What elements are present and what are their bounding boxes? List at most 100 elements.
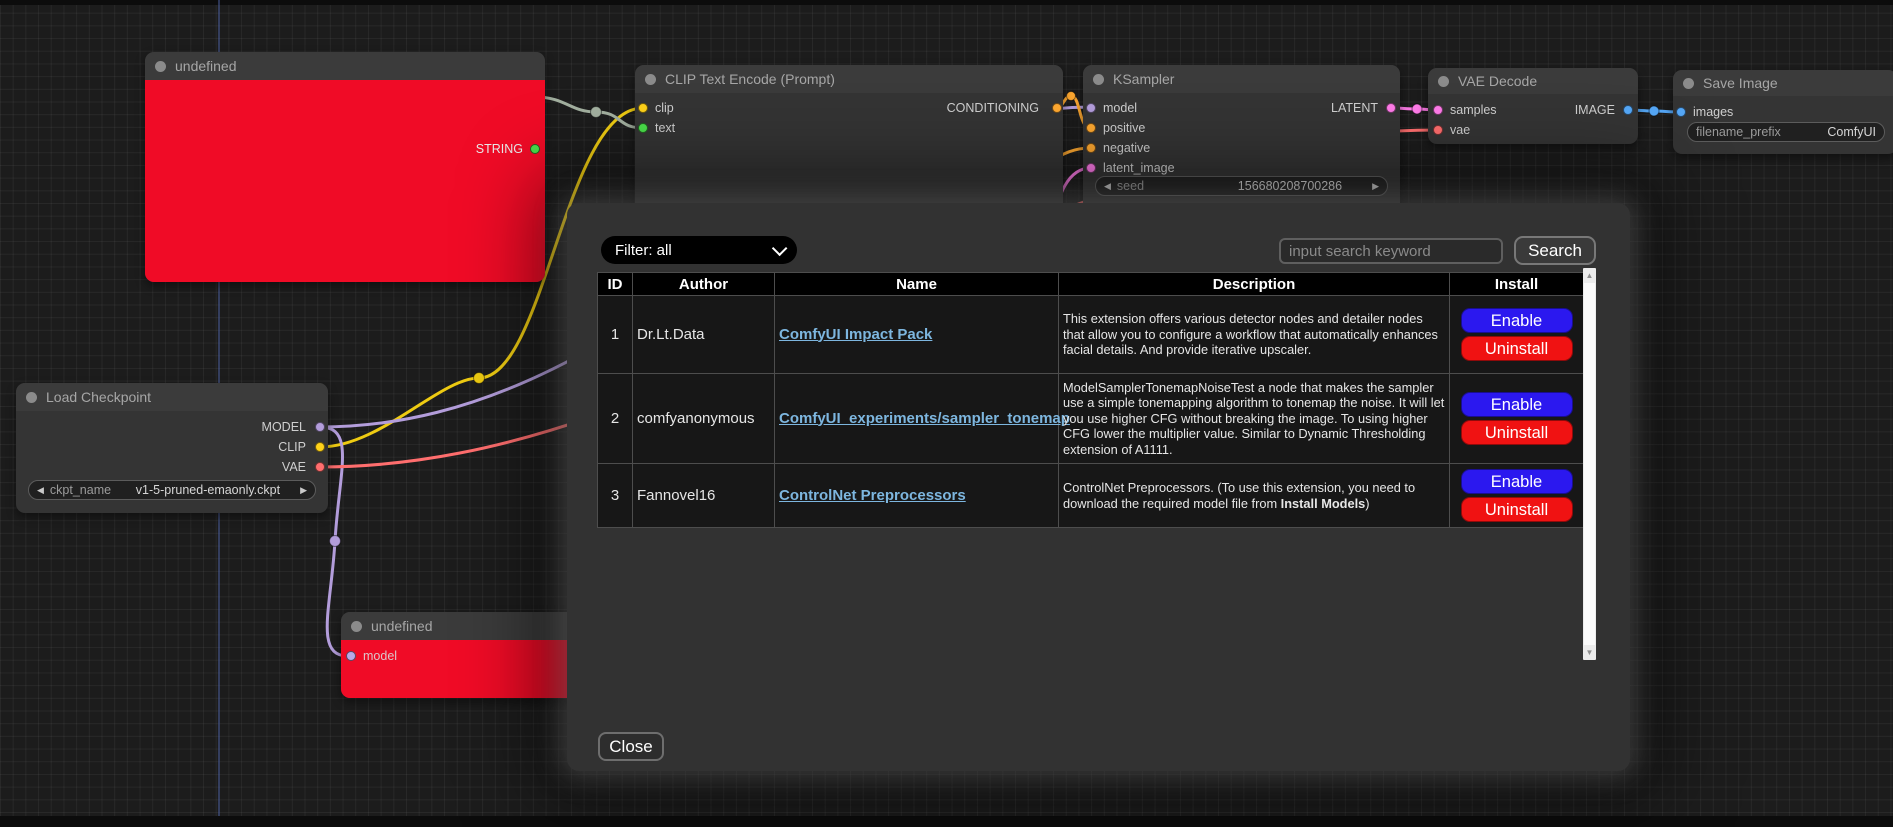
cell-id: 1: [598, 296, 633, 374]
node-title: VAE Decode: [1458, 73, 1537, 89]
node-title: Load Checkpoint: [46, 389, 151, 405]
enable-button[interactable]: Enable: [1461, 392, 1573, 417]
reroute-dot-conditioning[interactable]: [1067, 92, 1076, 101]
cell-description: This extension offers various detector n…: [1059, 296, 1450, 374]
cell-id: 3: [598, 464, 633, 528]
port-string-output[interactable]: [530, 144, 540, 154]
scroll-down-arrow-icon[interactable]: ▼: [1583, 646, 1596, 659]
node-error-body: [145, 80, 545, 282]
node-save-image[interactable]: Save Image images filename_prefix ComfyU…: [1673, 70, 1893, 154]
widget-label: filename_prefix: [1696, 125, 1781, 139]
table-row: 3 Fannovel16 ControlNet Preprocessors Co…: [598, 464, 1584, 528]
enable-button[interactable]: Enable: [1461, 469, 1573, 494]
reroute-dot-string[interactable]: [591, 107, 602, 118]
scrollbar-thumb[interactable]: [1584, 283, 1595, 645]
collapse-dot-icon[interactable]: [1438, 76, 1449, 87]
table-scrollbar[interactable]: ▲ ▼: [1583, 268, 1596, 660]
output-label-latent: LATENT: [1331, 100, 1378, 116]
node-header[interactable]: Load Checkpoint: [16, 383, 328, 411]
port-model-input[interactable]: [346, 651, 356, 661]
port-positive-input[interactable]: [1086, 123, 1096, 133]
search-input[interactable]: [1279, 238, 1503, 264]
node-title: KSampler: [1113, 71, 1174, 87]
reroute-dot-image[interactable]: [1649, 106, 1659, 116]
collapse-dot-icon[interactable]: [1683, 78, 1694, 89]
cell-id: 2: [598, 374, 633, 464]
node-title: CLIP Text Encode (Prompt): [665, 71, 835, 87]
input-label-positive: positive: [1103, 120, 1145, 136]
table-header-row: ID Author Name Description Install: [598, 273, 1584, 296]
node-header[interactable]: undefined: [145, 52, 545, 80]
port-text-input[interactable]: [638, 123, 648, 133]
decrement-arrow-icon[interactable]: ◀: [1104, 176, 1111, 196]
reroute-dot-clip[interactable]: [474, 373, 485, 384]
port-latent-image-input[interactable]: [1086, 163, 1096, 173]
collapse-dot-icon[interactable]: [351, 621, 362, 632]
filename-prefix-widget[interactable]: filename_prefix ComfyUI: [1687, 122, 1885, 142]
input-label-images: images: [1693, 104, 1733, 120]
extension-link[interactable]: ComfyUI Impact Pack: [779, 326, 932, 343]
increment-arrow-icon[interactable]: ▶: [1372, 176, 1379, 196]
header-name: Name: [775, 273, 1059, 296]
extension-link[interactable]: ControlNet Preprocessors: [779, 487, 966, 504]
extension-link[interactable]: ComfyUI_experiments/sampler_tonemap: [779, 410, 1070, 427]
cell-install: Enable Uninstall: [1450, 464, 1584, 528]
cell-author: comfyanonymous: [633, 374, 775, 464]
collapse-dot-icon[interactable]: [1093, 74, 1104, 85]
port-clip-input[interactable]: [638, 103, 648, 113]
port-model-input[interactable]: [1086, 103, 1096, 113]
node-header[interactable]: KSampler: [1083, 65, 1400, 93]
port-negative-input[interactable]: [1086, 143, 1096, 153]
cell-install: Enable Uninstall: [1450, 296, 1584, 374]
node-header[interactable]: Save Image: [1673, 70, 1893, 96]
input-label-clip: clip: [655, 100, 674, 116]
port-vae-output[interactable]: [315, 462, 325, 472]
port-images-input[interactable]: [1676, 107, 1686, 117]
extensions-table-container: ID Author Name Description Install 1 Dr.…: [597, 272, 1596, 662]
output-label-vae: VAE: [282, 459, 306, 475]
reroute-dot-latent[interactable]: [1412, 104, 1422, 114]
widget-value: 156680208700286: [1238, 179, 1342, 193]
cell-author: Dr.Lt.Data: [633, 296, 775, 374]
port-samples-input[interactable]: [1433, 105, 1443, 115]
output-label-image: IMAGE: [1575, 102, 1615, 118]
widget-label: seed: [1117, 179, 1144, 193]
input-label-model: model: [363, 648, 397, 664]
node-undefined-top[interactable]: undefined STRING: [145, 52, 545, 282]
node-vae-decode[interactable]: VAE Decode samples vae IMAGE: [1428, 68, 1638, 144]
increment-arrow-icon[interactable]: ▶: [300, 480, 307, 500]
node-header[interactable]: undefined: [341, 612, 603, 640]
collapse-dot-icon[interactable]: [155, 61, 166, 72]
decrement-arrow-icon[interactable]: ◀: [37, 480, 44, 500]
scroll-up-arrow-icon[interactable]: ▲: [1583, 269, 1596, 282]
close-button[interactable]: Close: [598, 732, 664, 761]
filter-select[interactable]: Filter: all: [601, 236, 797, 264]
enable-button[interactable]: Enable: [1461, 308, 1573, 333]
node-header[interactable]: CLIP Text Encode (Prompt): [635, 65, 1063, 93]
uninstall-button[interactable]: Uninstall: [1461, 336, 1573, 361]
node-load-checkpoint[interactable]: Load Checkpoint MODEL CLIP VAE ◀ ckpt_na…: [16, 383, 328, 513]
ckpt-name-widget[interactable]: ◀ ckpt_name v1-5-pruned-emaonly.ckpt ▶: [28, 480, 316, 500]
header-install: Install: [1450, 273, 1584, 296]
port-model-output[interactable]: [315, 422, 325, 432]
uninstall-button[interactable]: Uninstall: [1461, 497, 1573, 522]
uninstall-button[interactable]: Uninstall: [1461, 420, 1573, 445]
port-vae-input[interactable]: [1433, 125, 1443, 135]
port-latent-output[interactable]: [1386, 103, 1396, 113]
node-title: undefined: [175, 58, 237, 74]
seed-widget[interactable]: ◀ seed 156680208700286 ▶: [1095, 176, 1388, 196]
reroute-dot-model[interactable]: [330, 536, 341, 547]
header-id: ID: [598, 273, 633, 296]
input-label-samples: samples: [1450, 102, 1497, 118]
wire-clip: [320, 378, 479, 447]
node-header[interactable]: VAE Decode: [1428, 68, 1638, 94]
input-label-text: text: [655, 120, 675, 136]
port-clip-output[interactable]: [315, 442, 325, 452]
port-conditioning-output[interactable]: [1052, 103, 1062, 113]
search-button[interactable]: Search: [1514, 236, 1596, 265]
collapse-dot-icon[interactable]: [26, 392, 37, 403]
port-image-output[interactable]: [1623, 105, 1633, 115]
node-undefined-bottom[interactable]: undefined model: [341, 612, 603, 698]
node-title: Save Image: [1703, 75, 1778, 91]
collapse-dot-icon[interactable]: [645, 74, 656, 85]
